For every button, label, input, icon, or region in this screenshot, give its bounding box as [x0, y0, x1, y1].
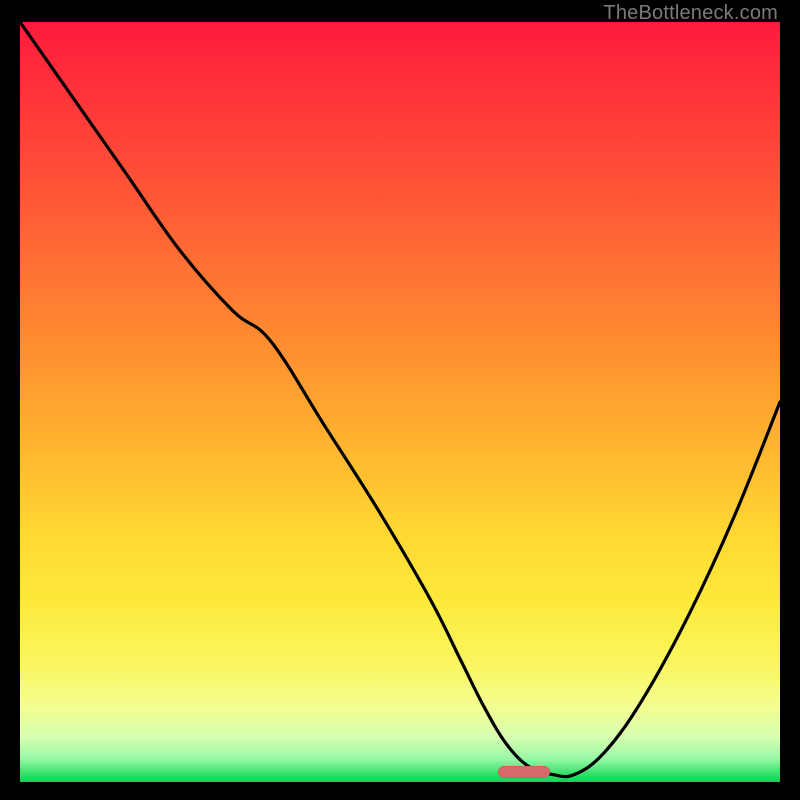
- plot-area: [20, 22, 780, 782]
- chart-frame: TheBottleneck.com: [0, 0, 800, 800]
- watermark-text: TheBottleneck.com: [603, 2, 778, 25]
- minimum-marker: [498, 766, 550, 778]
